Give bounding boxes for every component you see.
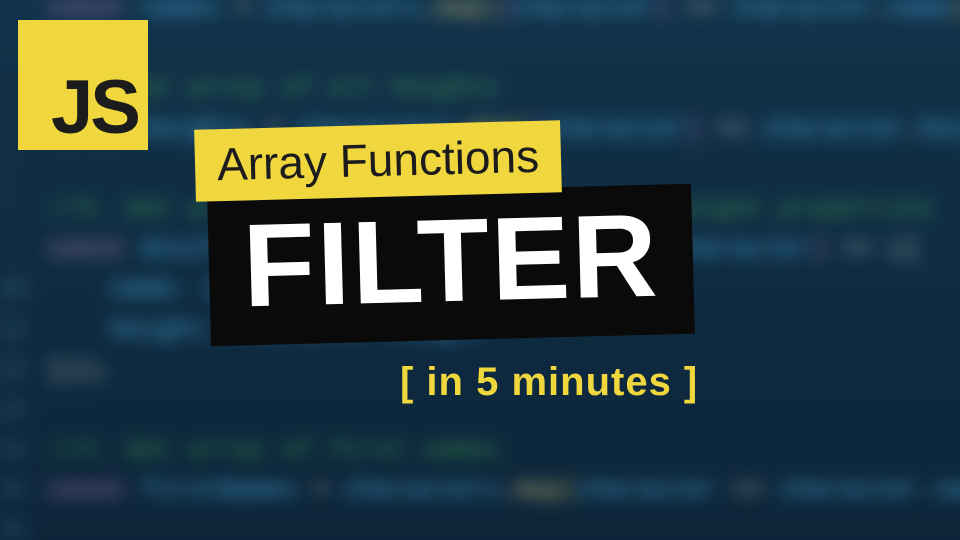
js-logo-text: JS [51,70,138,146]
subtitle-label: Array Functions [194,120,562,202]
js-logo-badge: JS [18,20,148,150]
code-line: 15const firstNames = characters.map(char… [0,471,960,511]
code-line: 14//4. Get array of first names [0,431,960,471]
code-line: 16 [0,511,960,540]
footer-label: [ in 5 minutes ] [400,360,698,405]
title-label: FILTER [207,184,695,346]
